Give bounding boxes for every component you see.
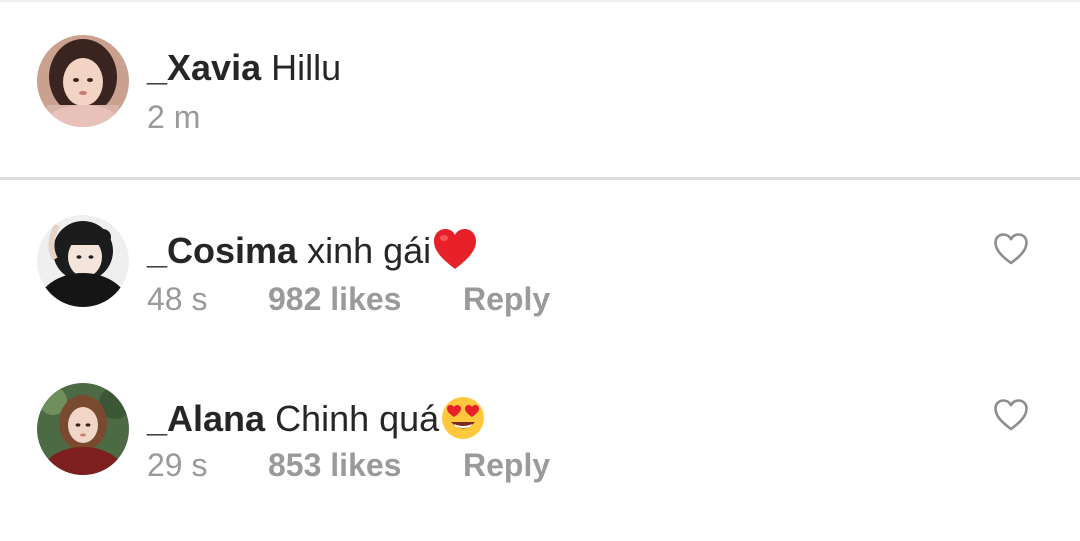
comment-reply-button[interactable]: Reply [463, 280, 550, 318]
heart-eyes-emoji-icon [442, 397, 485, 439]
comment-meta: 29 s 853 likes Reply [147, 446, 567, 486]
caption-timestamp: 2 m [147, 99, 201, 135]
red-heart-emoji-icon [434, 229, 477, 269]
comment-text: Chinh quá [275, 398, 440, 439]
avatar[interactable] [37, 215, 129, 307]
comment-line: _Cosima xinh gái [147, 227, 478, 273]
caption-username[interactable]: _Xavia [147, 47, 261, 88]
comment-likes-link[interactable]: 982 likes [268, 280, 401, 318]
comment-item: _Cosima xinh gái 48 s 982 likes Reply [0, 180, 1080, 340]
comment-username[interactable]: _Alana [147, 398, 265, 439]
avatar[interactable] [37, 35, 129, 127]
caption-text: Hillu [271, 47, 342, 88]
comment-username[interactable]: _Cosima [147, 230, 297, 271]
avatar[interactable] [37, 383, 129, 475]
avatar-image-xavia [37, 35, 129, 127]
comment-timestamp: 29 s [147, 447, 208, 483]
comment-meta: 48 s 982 likes Reply [147, 280, 567, 320]
comment-item: _Alana Chinh quá 29 s 853 likes Reply [0, 346, 1080, 506]
avatar-image-cosima [37, 215, 129, 307]
comment-line: _Alana Chinh quá [147, 395, 486, 441]
caption-line: _Xavia Hillu [147, 47, 341, 89]
comment-likes-link[interactable]: 853 likes [268, 446, 401, 484]
like-heart-icon[interactable] [993, 232, 1029, 266]
avatar-image-alana [37, 383, 129, 475]
comment-timestamp: 48 s [147, 281, 208, 317]
post-caption: _Xavia Hillu 2 m [0, 0, 1080, 178]
comment-reply-button[interactable]: Reply [463, 446, 550, 484]
comment-text: xinh gái [307, 230, 432, 271]
like-heart-icon[interactable] [993, 398, 1029, 432]
